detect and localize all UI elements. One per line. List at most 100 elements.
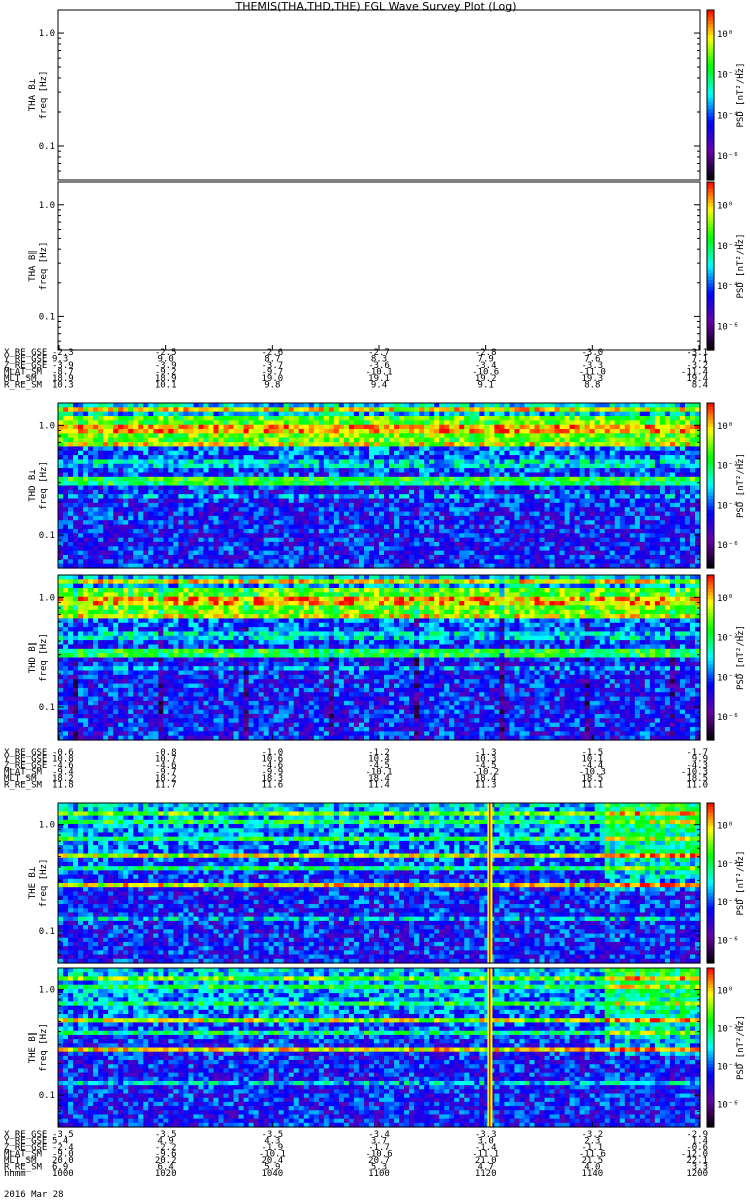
spectrogram-cell bbox=[649, 459, 656, 465]
spectrogram-cell bbox=[163, 476, 169, 482]
spectrogram-cell bbox=[594, 407, 601, 413]
spectrogram-cell bbox=[409, 520, 415, 526]
spectrogram-cell bbox=[509, 485, 516, 491]
spectrogram-cell bbox=[178, 407, 184, 413]
spectrogram-cell bbox=[479, 468, 485, 474]
spectrogram-cell bbox=[574, 546, 581, 552]
spectrogram-cell bbox=[619, 411, 626, 417]
spectrogram-cell bbox=[213, 407, 220, 413]
spectrogram-cell bbox=[589, 498, 596, 504]
spectrogram-panel: 1.00.1THD B⊥ freq [Hz]10⁰10⁻²10⁻⁴10⁻⁶PSD … bbox=[28, 402, 746, 569]
spectrogram-cell bbox=[258, 533, 265, 539]
spectrogram-cell bbox=[624, 537, 631, 543]
spectrogram-cell bbox=[133, 424, 139, 430]
spectrogram-cell bbox=[368, 481, 375, 487]
spectrogram-cell bbox=[379, 420, 385, 426]
spectrogram-cell bbox=[248, 450, 255, 456]
spectrogram-cell bbox=[153, 494, 159, 500]
spectrogram-cell bbox=[514, 403, 521, 408]
spectrogram-cell bbox=[674, 459, 681, 465]
spectrogram-cell bbox=[228, 520, 235, 526]
spectrogram-cell bbox=[484, 494, 490, 500]
spectrogram-cell bbox=[198, 437, 205, 443]
spectrogram-cell bbox=[429, 463, 435, 469]
spectrogram-cell bbox=[213, 498, 220, 504]
spectrogram-cell bbox=[674, 520, 681, 526]
spectrogram-cell bbox=[494, 420, 500, 426]
spectrogram-cell bbox=[619, 468, 626, 474]
spectrogram-cell bbox=[228, 416, 235, 421]
spectrogram-cell bbox=[519, 533, 526, 539]
spectrogram-cell bbox=[363, 455, 370, 461]
spectrogram-cell bbox=[88, 494, 94, 500]
spectrogram-cell bbox=[499, 550, 505, 556]
spectrogram-cell bbox=[153, 502, 159, 508]
spectrogram-cell bbox=[233, 455, 240, 461]
spectrogram-cell bbox=[218, 507, 225, 513]
spectrogram-cell bbox=[223, 507, 230, 513]
spectrogram-cell bbox=[338, 433, 345, 439]
spectrogram-cell bbox=[133, 559, 139, 565]
spectrogram-cell bbox=[103, 459, 109, 465]
spectrogram-cell bbox=[343, 489, 350, 495]
spectrogram-cell bbox=[253, 407, 260, 413]
spectrogram-cell bbox=[534, 476, 541, 482]
spectrogram-cell bbox=[123, 520, 129, 526]
spectrogram-cell bbox=[579, 455, 586, 461]
spectrogram-cell bbox=[218, 520, 225, 526]
spectrogram-cell bbox=[464, 494, 470, 500]
spectrogram-cell bbox=[614, 424, 621, 430]
spectrogram-cell bbox=[579, 481, 586, 487]
spectrogram-cell bbox=[564, 502, 571, 508]
spectrogram-cell bbox=[243, 433, 250, 439]
spectrogram-cell bbox=[293, 502, 300, 508]
spectrogram-cell bbox=[459, 524, 465, 530]
spectrogram-cell bbox=[569, 554, 576, 560]
spectrogram-cell bbox=[208, 459, 215, 465]
spectrogram-cell bbox=[659, 455, 666, 461]
spectrogram-cell bbox=[394, 472, 400, 478]
spectrogram-cell bbox=[594, 507, 601, 513]
spectrogram-cell bbox=[333, 429, 340, 434]
spectrogram-cell bbox=[308, 442, 315, 448]
spectrogram-cell bbox=[233, 485, 240, 491]
spectrogram-cell bbox=[253, 420, 260, 426]
spectrogram-cell bbox=[253, 433, 260, 439]
spectrogram-cell bbox=[143, 554, 149, 560]
spectrogram-cell bbox=[223, 489, 230, 495]
spectrogram-cell bbox=[178, 498, 184, 504]
spectrogram-cell bbox=[268, 515, 275, 521]
spectrogram-cell bbox=[634, 537, 641, 543]
spectrogram-cell bbox=[614, 411, 621, 417]
spectrogram-cell bbox=[504, 450, 511, 456]
spectrogram-cell bbox=[228, 411, 235, 417]
spectrogram-cell bbox=[384, 546, 390, 552]
spectrogram-cell bbox=[659, 472, 666, 478]
spectrogram-cell bbox=[203, 502, 210, 508]
spectrogram-cell bbox=[303, 429, 310, 434]
spectrogram-cell bbox=[138, 524, 144, 530]
colorbar-cell bbox=[707, 34, 714, 39]
spectrogram-cell bbox=[153, 541, 159, 547]
spectrogram-cell bbox=[273, 446, 280, 452]
spectrogram-cell bbox=[424, 407, 430, 413]
spectrogram-cell bbox=[143, 507, 149, 513]
spectrogram-cell bbox=[223, 533, 230, 539]
spectrogram-cell bbox=[424, 533, 430, 539]
spectrogram-cell bbox=[218, 411, 225, 417]
spectrogram-cell bbox=[318, 515, 325, 521]
spectrogram-cell bbox=[604, 476, 611, 482]
spectrogram-cell bbox=[554, 403, 561, 408]
spectrogram-cell bbox=[604, 524, 611, 530]
spectrogram-cell bbox=[328, 554, 335, 560]
spectrogram-cell bbox=[278, 437, 285, 443]
spectrogram-cell bbox=[373, 515, 380, 521]
spectrogram-cell bbox=[243, 472, 250, 478]
spectrogram-cell bbox=[509, 515, 516, 521]
spectrogram-cell bbox=[504, 559, 511, 565]
spectrogram-cell bbox=[368, 489, 375, 495]
spectrogram-cell bbox=[343, 502, 350, 508]
spectrogram-cell bbox=[669, 476, 676, 482]
spectrogram-cell bbox=[58, 416, 64, 421]
spectrogram-cell bbox=[484, 533, 490, 539]
